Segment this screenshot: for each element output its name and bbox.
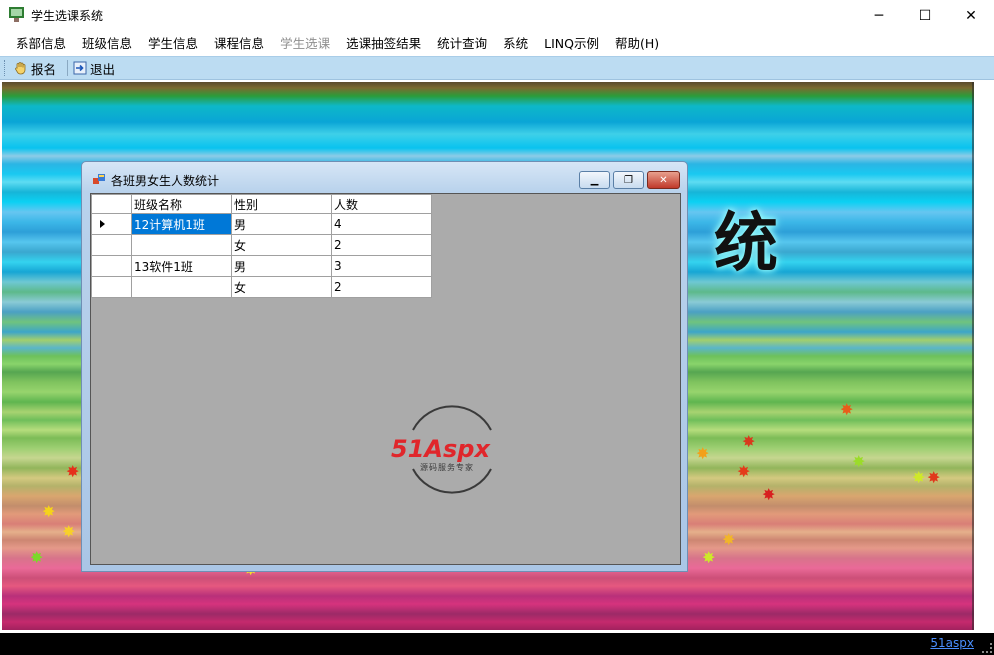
close-button[interactable]: ✕ [948,0,994,31]
cell-count[interactable]: 4 [331,213,432,235]
menu-course-selection[interactable]: 学生选课 [272,31,338,56]
stats-window-title: 各班男女生人数统计 [111,174,220,188]
leaf-decoration: ✸ [912,468,926,487]
menu-course-info[interactable]: 课程信息 [206,31,272,56]
cell-count[interactable]: 2 [331,234,432,256]
column-header-count[interactable]: 人数 [331,194,432,214]
cell-class[interactable] [131,276,232,298]
cell-gender[interactable]: 女 [231,234,332,256]
leaf-decoration: ✸ [702,548,716,567]
mdi-edge [972,82,974,630]
leaf-decoration: ✸ [30,548,44,567]
menu-system[interactable]: 系统 [495,31,536,56]
child-close-button[interactable]: ✕ [647,171,680,189]
window-title: 学生选课系统 [31,9,104,23]
signup-button[interactable]: 报名 [14,59,56,78]
exit-button[interactable]: 退出 [73,59,115,78]
leaf-decoration: ✸ [927,468,941,487]
column-header-gender[interactable]: 性别 [231,194,332,214]
leaf-decoration: ✸ [840,400,854,419]
leaf-decoration: ✸ [762,485,776,504]
menu-class-info[interactable]: 班级信息 [74,31,140,56]
exit-label: 退出 [90,61,116,77]
menu-lottery-result[interactable]: 选课抽签结果 [338,31,429,56]
row-header[interactable] [91,255,132,277]
logo-brand-text: 51Aspx [391,435,491,463]
column-header-class[interactable]: 班级名称 [131,194,232,214]
cell-gender[interactable]: 男 [231,255,332,277]
row-header[interactable] [91,276,132,298]
logo-tagline: 源码服务专家 [420,462,474,472]
menu-statistics[interactable]: 统计查询 [429,31,495,56]
row-header[interactable] [91,213,132,235]
menu-help[interactable]: 帮助(H) [607,31,667,56]
cell-count[interactable]: 2 [331,276,432,298]
background-title-text: 统 [714,207,780,281]
menu-linq-demo[interactable]: LINQ示例 [536,31,607,56]
leaf-decoration: ✸ [852,452,866,471]
row-header-corner[interactable] [91,194,132,214]
form-icon [93,174,105,184]
cell-gender[interactable]: 男 [231,213,332,235]
stats-window: 各班男女生人数统计 ▁ ❐ ✕ 班级名称 性别 人数 12计算机1班 男 4 女… [81,161,688,572]
exit-icon [73,61,87,75]
signup-label: 报名 [31,61,57,77]
cell-class[interactable]: 12计算机1班 [131,213,232,235]
leaf-decoration: ✸ [737,462,751,481]
table-row[interactable]: 女 2 [91,276,432,298]
cell-count[interactable]: 3 [331,255,432,277]
grid-header-row: 班级名称 性别 人数 [91,194,432,214]
leaf-decoration: ✸ [42,502,56,521]
menu-student-info[interactable]: 学生信息 [140,31,206,56]
resize-grip[interactable] [982,643,992,653]
table-row[interactable]: 女 2 [91,234,432,256]
cell-class[interactable]: 13软件1班 [131,255,232,277]
toolbar: 报名 退出 [0,56,994,80]
leaf-decoration: ✸ [696,444,710,463]
leaf-decoration: ✸ [66,462,80,481]
status-bar: 51aspx [0,633,994,655]
current-row-arrow-icon [100,220,105,228]
title-bar: 学生选课系统 ─ ☐ ✕ [0,0,994,31]
cell-class[interactable] [131,234,232,256]
menu-bar: 系部信息 班级信息 学生信息 课程信息 学生选课 选课抽签结果 统计查询 系统 … [0,31,994,56]
grid-client-area: 班级名称 性别 人数 12计算机1班 男 4 女 2 13软件1班 男 3 女 … [90,193,681,565]
toolbar-grip[interactable] [4,60,8,76]
toolbar-separator [67,60,69,76]
maximize-button[interactable]: ☐ [902,0,948,31]
leaf-decoration: ✸ [742,432,756,451]
cell-gender[interactable]: 女 [231,276,332,298]
leaf-decoration: ✸ [722,530,736,549]
stats-grid[interactable]: 班级名称 性别 人数 12计算机1班 男 4 女 2 13软件1班 男 3 女 … [91,194,432,298]
child-maximize-button[interactable]: ❐ [613,171,644,189]
leaf-decoration: ✸ [62,522,76,541]
brand-watermark-logo: 51Aspx 源码服务专家 [391,405,492,494]
table-row[interactable]: 13软件1班 男 3 [91,255,432,277]
row-header[interactable] [91,234,132,256]
status-link[interactable]: 51aspx [930,636,974,650]
menu-department-info[interactable]: 系部信息 [8,31,74,56]
table-row[interactable]: 12计算机1班 男 4 [91,213,432,235]
child-minimize-button[interactable]: ▁ [579,171,610,189]
hand-icon [15,62,26,75]
app-icon [9,7,24,22]
minimize-button[interactable]: ─ [856,0,902,31]
